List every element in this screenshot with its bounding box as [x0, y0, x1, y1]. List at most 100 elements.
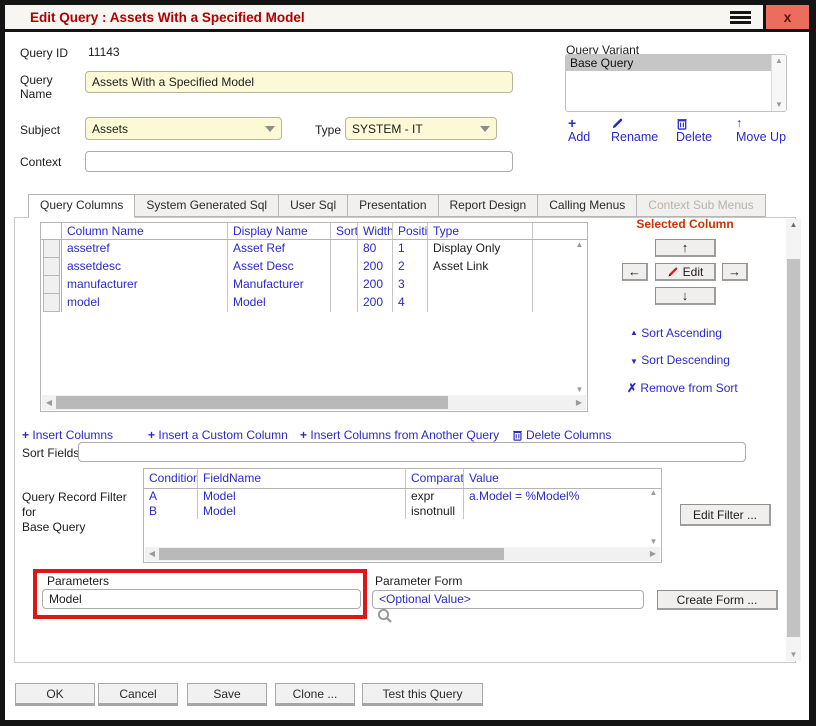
sort-ascending-link[interactable]: ▲ Sort Ascending — [630, 326, 722, 340]
scrollbar-thumb[interactable] — [159, 548, 504, 560]
filter-table: Condition FieldName Comparator Value A M… — [143, 468, 662, 563]
scroll-left-icon[interactable]: ◀ — [42, 399, 56, 407]
tab-system-generated-sql[interactable]: System Generated Sql — [135, 194, 279, 217]
chevron-down-icon — [480, 126, 490, 132]
col-header-column-name: Column Name — [62, 223, 228, 239]
query-id-label: Query ID — [20, 46, 68, 60]
tab-user-sql[interactable]: User Sql — [279, 194, 348, 217]
scroll-up-icon[interactable]: ▲ — [775, 57, 783, 65]
filter-header-fieldname: FieldName — [198, 469, 406, 488]
col-header-display-name: Display Name — [228, 223, 331, 239]
row-handle[interactable] — [41, 294, 62, 312]
parameters-label: Parameters — [47, 574, 109, 588]
sort-fields-input[interactable] — [78, 442, 746, 462]
row-handle[interactable] — [41, 240, 62, 258]
row-handle[interactable] — [41, 276, 62, 294]
plus-icon: + — [568, 117, 590, 131]
delete-columns-link[interactable]: Delete Columns — [512, 428, 611, 442]
arrow-up-icon: ↑ — [682, 240, 689, 255]
sort-desc-icon: ▼ — [630, 357, 638, 366]
row-handle[interactable] — [41, 258, 62, 276]
variant-delete-button[interactable]: Delete — [676, 117, 712, 144]
query-name-input[interactable] — [85, 71, 513, 93]
tab-query-columns[interactable]: Query Columns — [28, 194, 135, 218]
table-row[interactable]: manufacturer Manufacturer 200 3 — [41, 276, 587, 294]
filter-header-value: Value — [464, 469, 648, 488]
menu-button[interactable] — [720, 5, 760, 29]
pane-scrollbar[interactable]: ▲ ▼ — [786, 219, 801, 661]
scroll-down-icon[interactable]: ▼ — [650, 538, 658, 546]
move-column-right-button[interactable]: → — [722, 263, 748, 281]
filter-horizontal-scrollbar[interactable]: ◀ ▶ — [145, 547, 660, 561]
variant-rename-button[interactable]: Rename — [611, 117, 658, 144]
close-button[interactable]: x — [763, 5, 809, 29]
scrollbar-thumb[interactable] — [56, 396, 448, 409]
variant-item-base-query[interactable]: Base Query — [566, 55, 771, 71]
scroll-left-icon[interactable]: ◀ — [145, 550, 159, 558]
parameter-form-input[interactable]: <Optional Value> — [372, 590, 644, 609]
scroll-down-icon[interactable]: ▼ — [786, 651, 801, 659]
edit-column-button[interactable]: Edit — [655, 263, 716, 281]
plus-icon: + — [22, 428, 29, 442]
arrow-right-icon: → — [728, 264, 741, 279]
table-vertical-scrollbar[interactable]: ▲ ▼ — [573, 241, 586, 394]
remove-from-sort-link[interactable]: ✗ Remove from Sort — [627, 381, 738, 395]
col-header-width: Width — [358, 223, 393, 239]
test-this-query-button[interactable]: Test this Query — [362, 683, 483, 706]
table-row[interactable]: model Model 200 4 — [41, 294, 587, 312]
scroll-up-icon[interactable]: ▲ — [650, 489, 658, 497]
filter-row[interactable]: A Model expr a.Model = %Model% — [144, 489, 661, 504]
filter-vertical-scrollbar[interactable]: ▲ ▼ — [647, 489, 660, 546]
scrollbar-thumb[interactable] — [787, 259, 800, 637]
create-form-button[interactable]: Create Form ... — [657, 590, 778, 610]
scroll-up-icon[interactable]: ▲ — [576, 241, 584, 249]
variant-add-button[interactable]: + Add — [568, 117, 590, 144]
table-horizontal-scrollbar[interactable]: ◀ ▶ — [42, 395, 586, 410]
filter-row[interactable]: B Model isnotnull — [144, 504, 661, 519]
clone-button[interactable]: Clone ... — [275, 683, 355, 706]
insert-columns-link[interactable]: + Insert Columns — [22, 428, 113, 442]
arrow-up-icon: ↑ — [736, 117, 786, 131]
type-label: Type — [315, 123, 341, 137]
move-column-left-button[interactable]: ← — [622, 263, 648, 281]
hamburger-icon — [730, 11, 751, 24]
edit-filter-button[interactable]: Edit Filter ... — [680, 504, 771, 526]
insert-columns-from-another-query-link[interactable]: + Insert Columns from Another Query — [300, 428, 499, 442]
scroll-down-icon[interactable]: ▼ — [775, 101, 783, 109]
subject-select[interactable]: Assets — [85, 117, 282, 140]
table-row[interactable]: assetdesc Asset Desc 200 2 Asset Link — [41, 258, 587, 276]
close-icon: x — [784, 9, 792, 25]
tab-bar: Query Columns System Generated Sql User … — [28, 194, 766, 217]
scroll-right-icon[interactable]: ▶ — [646, 550, 660, 558]
scroll-down-icon[interactable]: ▼ — [576, 386, 584, 394]
insert-custom-column-link[interactable]: + Insert a Custom Column — [148, 428, 288, 442]
tab-calling-menus[interactable]: Calling Menus — [538, 194, 637, 217]
plus-icon: + — [148, 428, 155, 442]
col-header-type: Type — [428, 223, 533, 239]
subject-label: Subject — [20, 123, 60, 137]
tab-report-design[interactable]: Report Design — [439, 194, 539, 217]
variant-move-up-button[interactable]: ↑ Move Up — [736, 117, 786, 144]
query-variant-listbox[interactable]: Base Query ▲ ▼ — [565, 54, 787, 112]
dialog-title: Edit Query : Assets With a Specified Mod… — [5, 10, 305, 25]
tab-presentation[interactable]: Presentation — [348, 194, 438, 217]
context-input[interactable] — [85, 151, 513, 172]
scroll-right-icon[interactable]: ▶ — [572, 399, 586, 407]
parameters-input[interactable] — [42, 589, 361, 609]
parameter-form-label: Parameter Form — [375, 574, 462, 588]
table-row[interactable]: assetref Asset Ref 80 1 Display Only — [41, 240, 587, 258]
variant-scrollbar[interactable]: ▲ ▼ — [771, 55, 786, 111]
move-column-up-button[interactable]: ↑ — [655, 239, 716, 257]
tab-context-sub-menus: Context Sub Menus — [637, 194, 765, 217]
sort-descending-link[interactable]: ▼ Sort Descending — [630, 353, 730, 367]
ok-button[interactable]: OK — [15, 683, 95, 706]
pencil-icon — [611, 117, 658, 131]
search-button[interactable] — [377, 608, 393, 629]
save-button[interactable]: Save — [187, 683, 267, 706]
query-id-value: 11143 — [88, 45, 120, 59]
type-select[interactable]: SYSTEM - IT — [345, 117, 497, 140]
cancel-button[interactable]: Cancel — [98, 683, 178, 706]
col-header-sort: Sort — [331, 223, 358, 239]
scroll-up-icon[interactable]: ▲ — [786, 221, 801, 229]
move-column-down-button[interactable]: ↓ — [655, 287, 716, 305]
